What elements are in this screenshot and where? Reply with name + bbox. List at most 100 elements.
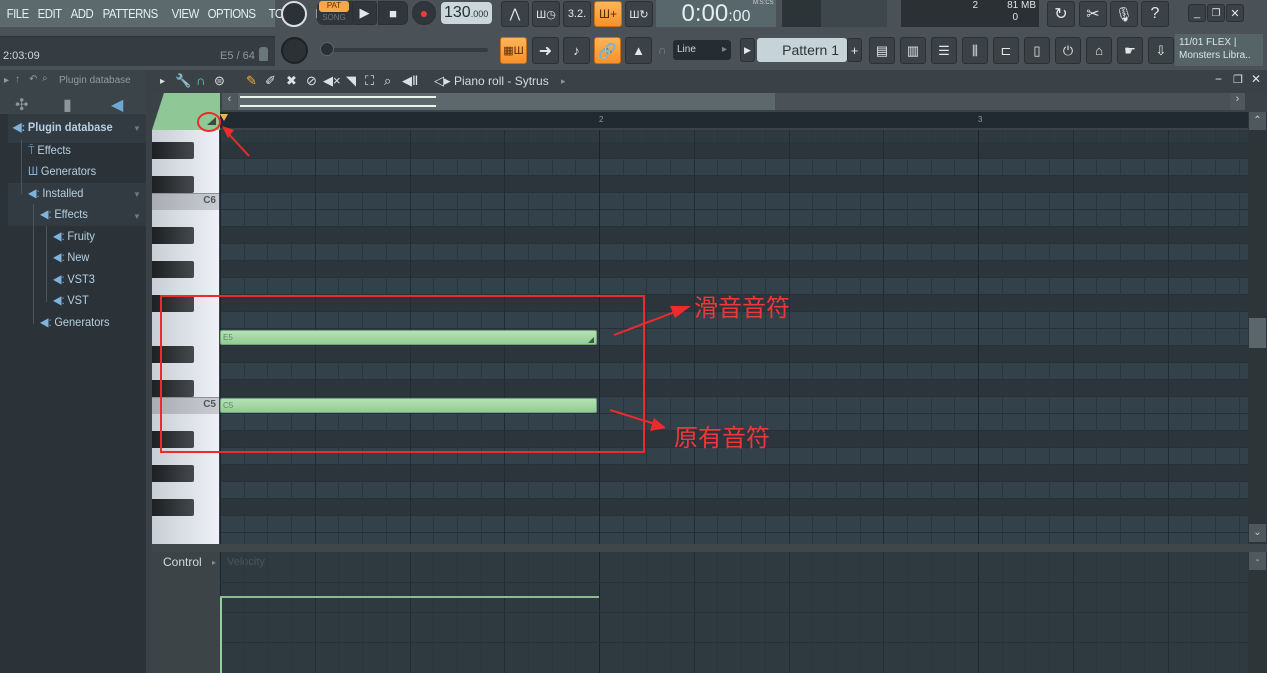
hint-pin-icon[interactable] xyxy=(259,47,268,61)
tree-item-generators[interactable]: Ш Generators xyxy=(28,164,96,178)
add-pattern-button[interactable]: + xyxy=(847,38,862,62)
note[interactable]: C5 xyxy=(220,398,597,413)
black-key[interactable] xyxy=(152,261,194,278)
stop-button[interactable]: ■ xyxy=(378,1,408,25)
snap-arrow-button[interactable]: ➜ xyxy=(532,37,559,64)
tree-item-fruity[interactable]: ◀: Fruity xyxy=(53,229,95,243)
mute-tool-icon[interactable]: ⊘ xyxy=(306,73,317,89)
selection-icon[interactable]: ⛶ xyxy=(365,73,374,89)
black-key[interactable] xyxy=(152,227,194,244)
menu-file[interactable]: FILE xyxy=(4,6,31,21)
zoom-icon[interactable]: ⌕ xyxy=(384,73,391,89)
pattern-prev-button[interactable]: ▶ xyxy=(740,38,755,62)
control-arrow-icon[interactable]: ▸ xyxy=(212,558,216,567)
collapse-arrow-icon[interactable]: ▼ xyxy=(133,212,141,221)
link-button[interactable]: 🔗 xyxy=(594,37,621,64)
scroll-up-button[interactable]: ⌃ xyxy=(1249,112,1266,130)
tree-item-new[interactable]: ◀: New xyxy=(53,250,89,264)
control-scrollbar[interactable] xyxy=(1248,552,1267,673)
tree-item-effects[interactable]: ⍑ Effects xyxy=(28,143,71,158)
menu-edit[interactable]: EDIT xyxy=(35,6,64,21)
slice-icon[interactable]: ◀× xyxy=(323,73,341,89)
typing-keyboard-button[interactable]: ▦Ш xyxy=(500,37,527,64)
tempo-field[interactable]: 130.000 xyxy=(441,2,492,24)
velocity-stem[interactable] xyxy=(220,596,222,673)
close-app-button[interactable]: ✕ xyxy=(1226,4,1244,22)
mixer-knob-button[interactable]: ▲ xyxy=(625,37,652,64)
waveform-icon[interactable]: ✣ xyxy=(15,95,28,115)
close-icon[interactable]: ✕ xyxy=(1251,72,1261,86)
control-splitter[interactable] xyxy=(152,544,1267,552)
download-button[interactable]: ⇩ xyxy=(1148,37,1174,64)
metronome-button[interactable]: ⋀ xyxy=(501,1,529,27)
master-pitch-knob[interactable] xyxy=(281,37,308,64)
snap-mode-select[interactable]: Line ▸ xyxy=(673,40,731,60)
magnet-icon[interactable]: ∩ xyxy=(196,73,205,88)
tree-item-installed-effects[interactable]: ◀: Effects xyxy=(40,207,88,221)
search-icon[interactable]: ⌕ xyxy=(42,73,48,84)
plugin-database-button[interactable]: ⏻ xyxy=(1055,37,1081,64)
black-key[interactable] xyxy=(152,465,194,482)
control-label[interactable]: Control xyxy=(163,555,202,569)
song-button[interactable]: SONG xyxy=(319,13,349,24)
playback-icon[interactable]: ◀Ⅱ xyxy=(402,73,418,89)
velocity-lane[interactable]: Velocity xyxy=(220,552,1248,673)
tree-item-installed[interactable]: ◀: Installed xyxy=(28,186,83,200)
vertical-scroll-thumb[interactable] xyxy=(1249,318,1266,348)
title-arrow-icon[interactable]: ▸ xyxy=(561,76,566,87)
paint-icon[interactable]: ✐ xyxy=(265,73,276,89)
playhead-marker[interactable] xyxy=(220,114,228,121)
delete-tool-icon[interactable]: ✖ xyxy=(286,73,297,89)
scroll-right-button[interactable]: › xyxy=(1230,93,1245,110)
note-grid[interactable]: E5 C5 xyxy=(220,130,1248,544)
undo-history-button[interactable]: ↻ xyxy=(1047,1,1075,27)
wrench-icon[interactable]: 🔧 xyxy=(175,73,191,89)
tree-item-vst[interactable]: ◀: VST xyxy=(53,293,89,307)
back-icon[interactable]: ↶ xyxy=(29,74,37,85)
black-key[interactable] xyxy=(152,499,194,516)
step-edit-button[interactable]: Ш+ xyxy=(594,1,622,27)
restore-app-button[interactable]: ❐ xyxy=(1207,4,1225,22)
scroll-down-button[interactable]: ⌄ xyxy=(1249,524,1266,542)
tree-item-vst3[interactable]: ◀: VST3 xyxy=(53,272,95,286)
document-icon[interactable]: ▮ xyxy=(63,95,72,115)
master-slider-handle[interactable] xyxy=(320,42,334,56)
record-audio-button[interactable]: 🎙 xyxy=(1110,1,1138,27)
black-key[interactable] xyxy=(152,346,194,363)
pattern-selector[interactable]: Pattern 1 xyxy=(757,38,847,62)
piano-keyboard[interactable]: C6 C5 xyxy=(152,130,219,544)
menu-icon[interactable]: ⊜ xyxy=(214,73,225,89)
options-arrow-icon[interactable]: ▸ xyxy=(160,76,165,87)
black-key[interactable] xyxy=(152,380,194,397)
countdown-button[interactable]: 3.2. xyxy=(563,1,591,27)
master-volume-knob[interactable] xyxy=(281,1,307,27)
mixer-button[interactable]: ⫼ xyxy=(962,37,988,64)
touch-button[interactable]: ☛ xyxy=(1117,37,1143,64)
tree-item-plugin-database[interactable]: ◀: Plugin database xyxy=(13,120,113,134)
menu-patterns[interactable]: PATTERNS xyxy=(100,6,160,21)
master-slider[interactable] xyxy=(320,48,488,52)
pencil-icon[interactable]: ✎ xyxy=(246,73,257,89)
slide-button[interactable]: ♪ xyxy=(563,37,590,64)
plugin-picker-button[interactable]: ⊏ xyxy=(993,37,1019,64)
playlist-button[interactable]: ▤ xyxy=(869,37,895,64)
loop-record-button[interactable]: Ш↻ xyxy=(625,1,653,27)
slide-note[interactable]: E5 xyxy=(220,330,597,345)
menu-add[interactable]: ADD xyxy=(68,6,96,21)
play-button[interactable]: ▶ xyxy=(352,1,377,25)
minimize-app-button[interactable]: _ xyxy=(1188,4,1206,22)
cut-button[interactable]: ✂ xyxy=(1079,1,1107,27)
menu-view[interactable]: VIEW xyxy=(169,6,201,21)
record-button[interactable]: ● xyxy=(412,1,436,25)
speaker-icon[interactable]: ◁▸ xyxy=(434,73,451,89)
control-collapse-button[interactable]: - xyxy=(1249,552,1266,570)
velocity-bar[interactable] xyxy=(220,596,599,599)
scroll-left-button[interactable]: ‹ xyxy=(222,93,237,110)
pat-button[interactable]: PAT xyxy=(319,1,349,12)
select-icon[interactable]: ◥ xyxy=(346,73,356,89)
piano-roll-button[interactable]: ▥ xyxy=(900,37,926,64)
minimize-icon[interactable]: − xyxy=(1215,72,1222,86)
wait-input-button[interactable]: Ш◷ xyxy=(532,1,560,27)
maximize-icon[interactable]: ❐ xyxy=(1233,73,1243,86)
black-key[interactable] xyxy=(152,431,194,448)
